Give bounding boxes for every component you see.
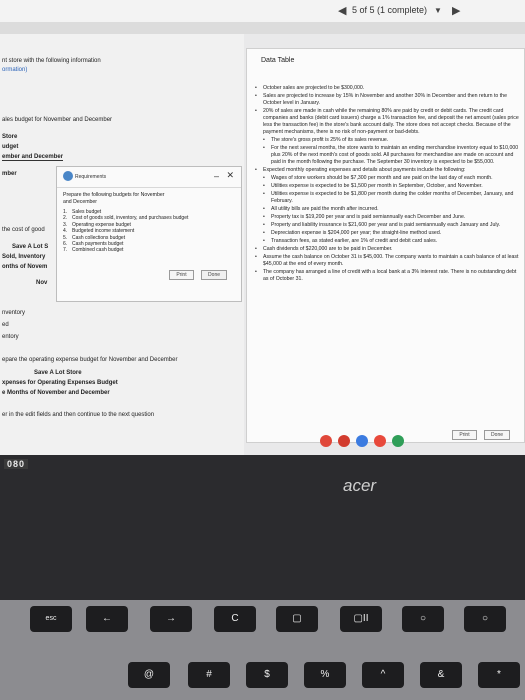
data-item: Utilities expense is expected to be $1,5…	[255, 183, 520, 190]
budget-title: udget	[2, 144, 19, 150]
instruction-text: er in the edit fields and then continue …	[2, 412, 155, 418]
data-item: The company has arranged a line of credi…	[255, 269, 520, 283]
key-brightness-down: ○	[402, 606, 444, 632]
data-item: The store's gross profit is 25% of its s…	[255, 137, 520, 144]
docs-icon[interactable]	[356, 435, 368, 447]
screen: ◀ 5 of 5 (1 complete) ▼ ▶ nt store with …	[0, 0, 525, 455]
taskbar-apps	[320, 433, 520, 451]
data-item: Property tax is $19,200 per year and is …	[255, 214, 520, 221]
play-icon[interactable]	[392, 435, 404, 447]
data-item: Assume the cash balance on October 31 is…	[255, 254, 520, 268]
progress-dropdown-icon[interactable]: ▼	[434, 6, 442, 15]
key-ampersand: &	[420, 662, 462, 688]
requirements-intro: Prepare the following budgets for Novemb…	[63, 192, 165, 205]
row-sold-inventory: Sold, Inventory	[2, 254, 46, 260]
key-percent: %	[304, 662, 346, 688]
requirement-item: 7. Combined cash budget	[63, 247, 124, 254]
data-item: Sales are projected to increase by 15% i…	[255, 93, 520, 107]
top-bar: ◀ 5 of 5 (1 complete) ▼ ▶	[0, 0, 525, 23]
data-item: Cash dividends of $220,000 are to be pai…	[255, 246, 520, 253]
row-ed: ed	[2, 322, 9, 328]
data-table-window: Data Table October sales are projected t…	[246, 48, 525, 443]
key-esc: esc	[30, 606, 72, 632]
header-band	[0, 22, 525, 34]
sticker: 080	[4, 459, 29, 469]
row-inventory: nventory	[2, 310, 26, 316]
key-caret: ^	[362, 662, 404, 688]
key-asterisk: *	[478, 662, 520, 688]
data-item: October sales are projected to be $300,0…	[255, 85, 520, 92]
key-fullscreen: ▢	[276, 606, 318, 632]
row-company: Save A Lot S	[12, 244, 49, 250]
data-item: Expected monthly operating expenses and …	[255, 167, 520, 174]
requirements-header: Requirements – ✕	[57, 167, 241, 188]
requirement-text-2: epare the operating expense budget for N…	[2, 357, 178, 363]
forward-button[interactable]: ▶	[452, 4, 460, 17]
data-item: 20% of sales are made in cash while the …	[255, 108, 520, 136]
company-name: Store	[2, 134, 18, 140]
close-icon[interactable]: ✕	[226, 170, 234, 181]
chrome-icon[interactable]	[320, 435, 332, 447]
period-header-2: e Months of November and December	[2, 390, 110, 396]
more-info-link[interactable]: ormation)	[2, 67, 27, 73]
requirement-text: ales budget for November and December	[2, 117, 113, 123]
row-label-cost: the cost of good	[2, 227, 45, 233]
data-table-title: Data Table	[261, 57, 295, 64]
requirements-done-button[interactable]: Done	[201, 270, 227, 280]
data-item: Transaction fees, as stated earlier, are…	[255, 238, 520, 245]
youtube-icon[interactable]	[374, 435, 386, 447]
data-item: Utilities expense is expected to be $1,8…	[255, 191, 520, 205]
requirements-window: Requirements – ✕ Prepare the following b…	[56, 166, 242, 302]
requirements-title: Requirements	[75, 174, 107, 180]
data-item: All utility bills are paid the month aft…	[255, 206, 520, 213]
key-refresh: C	[214, 606, 256, 632]
requirements-list: 1. Sales budget 2. Cost of goods sold, inv…	[63, 209, 213, 254]
brand-logo: acer	[343, 476, 377, 495]
key-brightness-up: ○	[464, 606, 506, 632]
key-back: ←	[86, 606, 128, 632]
row-entory: entory	[2, 334, 19, 340]
row-label: mber	[2, 171, 17, 177]
row-nov: Nov	[36, 280, 48, 286]
minimize-icon[interactable]: –	[214, 171, 219, 181]
key-dollar: $	[246, 662, 288, 688]
budget-title-2: xpenses for Operating Expenses Budget	[2, 380, 118, 386]
back-button[interactable]: ◀	[338, 4, 346, 17]
key-forward: →	[150, 606, 192, 632]
period-header: ember and December	[2, 154, 64, 161]
key-overview: ▢II	[340, 606, 382, 632]
data-item: Wages of store workers should be $7,300 …	[255, 175, 520, 182]
question-text: nt store with the following information	[2, 58, 101, 64]
row-months: onths of Novem	[2, 264, 48, 270]
keyboard: esc ← → C ▢ ▢II ○ ○ @ # $ % ^ & *	[0, 600, 525, 700]
key-hash: #	[188, 662, 230, 688]
data-item: Property and liability insurance is $21,…	[255, 222, 520, 229]
key-at: @	[128, 662, 170, 688]
data-item: For the next several months, the store w…	[255, 145, 520, 166]
question-progress: 5 of 5 (1 complete)	[352, 5, 428, 15]
info-icon	[63, 171, 73, 181]
gmail-icon[interactable]	[338, 435, 350, 447]
data-item: Depreciation expense is $204,000 per yea…	[255, 230, 520, 237]
company-name-2: Save A Lot Store	[34, 370, 82, 376]
requirements-print-button[interactable]: Print	[169, 270, 194, 280]
laptop-photo: ◀ 5 of 5 (1 complete) ▼ ▶ nt store with …	[0, 0, 525, 700]
data-table-list: October sales are projected to be $300,0…	[255, 85, 520, 284]
